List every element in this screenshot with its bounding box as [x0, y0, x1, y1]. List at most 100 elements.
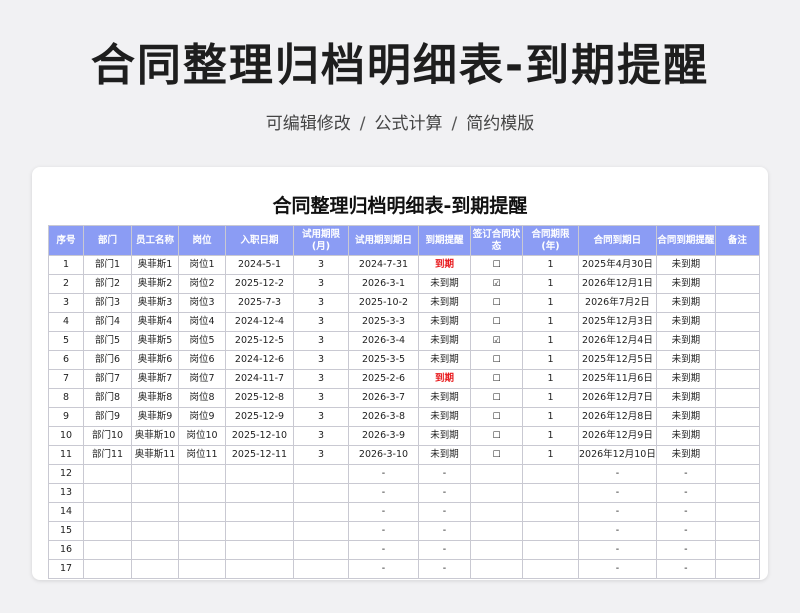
probation-months-cell[interactable]: 3 [293, 293, 349, 313]
contract-status-checkbox[interactable] [470, 464, 523, 484]
probation-end-cell[interactable]: 2025-2-6 [348, 369, 419, 389]
employee-name-cell[interactable]: 奥菲斯2 [131, 274, 179, 294]
department-cell[interactable] [83, 502, 132, 522]
contract-reminder-cell[interactable]: - [655, 483, 716, 503]
column-header[interactable]: 员工名称 [131, 225, 179, 256]
probation-months-cell[interactable]: 3 [293, 350, 349, 370]
column-header[interactable]: 签订合同状态 [470, 225, 523, 256]
remarks-cell[interactable] [714, 464, 760, 484]
remarks-cell[interactable] [714, 445, 760, 465]
contract-reminder-cell[interactable]: 未到期 [655, 369, 716, 389]
probation-months-cell[interactable]: 3 [293, 274, 349, 294]
probation-end-cell[interactable]: 2026-3-4 [348, 331, 419, 351]
department-cell[interactable]: 部门3 [83, 293, 132, 313]
probation-months-cell[interactable]: 3 [293, 331, 349, 351]
contract-reminder-cell[interactable]: 未到期 [655, 388, 716, 408]
column-header[interactable]: 合同到期日 [578, 225, 657, 256]
remarks-cell[interactable] [714, 559, 760, 579]
contract-years-cell[interactable]: 1 [522, 350, 579, 370]
contract-years-cell[interactable] [522, 502, 579, 522]
department-cell[interactable] [83, 540, 132, 560]
contract-years-cell[interactable] [522, 521, 579, 541]
column-header[interactable]: 到期提醒 [418, 225, 471, 256]
department-cell[interactable]: 部门9 [83, 407, 132, 427]
remarks-cell[interactable] [714, 483, 760, 503]
contract-status-checkbox[interactable]: ☐ [470, 369, 523, 389]
hire-date-cell[interactable]: 2025-7-3 [225, 293, 294, 313]
remarks-cell[interactable] [714, 540, 760, 560]
employee-name-cell[interactable] [131, 540, 179, 560]
probation-months-cell[interactable]: 3 [293, 369, 349, 389]
hire-date-cell[interactable] [225, 521, 294, 541]
probation-reminder-cell[interactable]: 未到期 [418, 312, 471, 332]
probation-months-cell[interactable]: 3 [293, 312, 349, 332]
position-cell[interactable]: 岗位4 [178, 312, 226, 332]
contract-status-checkbox[interactable]: ☐ [470, 350, 523, 370]
probation-reminder-cell[interactable]: 未到期 [418, 426, 471, 446]
contract-years-cell[interactable]: 1 [522, 293, 579, 313]
column-header[interactable]: 岗位 [178, 225, 226, 256]
contract-end-cell[interactable]: 2026年12月1日 [578, 274, 657, 294]
probation-reminder-cell[interactable]: - [418, 464, 471, 484]
contract-reminder-cell[interactable]: - [655, 464, 716, 484]
remarks-cell[interactable] [714, 274, 760, 294]
row-number-cell[interactable]: 2 [48, 274, 84, 294]
probation-reminder-cell[interactable]: 未到期 [418, 445, 471, 465]
position-cell[interactable] [178, 521, 226, 541]
probation-end-cell[interactable]: - [348, 540, 419, 560]
department-cell[interactable]: 部门4 [83, 312, 132, 332]
probation-end-cell[interactable]: - [348, 559, 419, 579]
hire-date-cell[interactable] [225, 464, 294, 484]
contract-years-cell[interactable]: 1 [522, 312, 579, 332]
probation-end-cell[interactable]: 2026-3-9 [348, 426, 419, 446]
contract-years-cell[interactable]: 1 [522, 388, 579, 408]
contract-years-cell[interactable]: 1 [522, 407, 579, 427]
employee-name-cell[interactable]: 奥菲斯10 [131, 426, 179, 446]
row-number-cell[interactable]: 3 [48, 293, 84, 313]
contract-reminder-cell[interactable]: 未到期 [655, 293, 716, 313]
remarks-cell[interactable] [714, 502, 760, 522]
probation-end-cell[interactable]: 2026-3-7 [348, 388, 419, 408]
remarks-cell[interactable] [714, 369, 760, 389]
contract-reminder-cell[interactable]: 未到期 [655, 445, 716, 465]
probation-months-cell[interactable] [293, 559, 349, 579]
employee-name-cell[interactable]: 奥菲斯11 [131, 445, 179, 465]
probation-end-cell[interactable]: 2025-3-5 [348, 350, 419, 370]
contract-end-cell[interactable]: - [578, 502, 657, 522]
remarks-cell[interactable] [714, 521, 760, 541]
employee-name-cell[interactable]: 奥菲斯4 [131, 312, 179, 332]
hire-date-cell[interactable] [225, 502, 294, 522]
contract-status-checkbox[interactable]: ☐ [470, 255, 523, 275]
contract-reminder-cell[interactable]: 未到期 [655, 426, 716, 446]
contract-years-cell[interactable] [522, 464, 579, 484]
department-cell[interactable]: 部门11 [83, 445, 132, 465]
contract-years-cell[interactable] [522, 559, 579, 579]
contract-reminder-cell[interactable]: 未到期 [655, 407, 716, 427]
contract-end-cell[interactable]: 2025年12月5日 [578, 350, 657, 370]
contract-end-cell[interactable]: 2025年12月3日 [578, 312, 657, 332]
row-number-cell[interactable]: 11 [48, 445, 84, 465]
probation-end-cell[interactable]: - [348, 521, 419, 541]
remarks-cell[interactable] [714, 350, 760, 370]
row-number-cell[interactable]: 12 [48, 464, 84, 484]
contract-years-cell[interactable]: 1 [522, 255, 579, 275]
employee-name-cell[interactable]: 奥菲斯1 [131, 255, 179, 275]
column-header[interactable]: 入职日期 [225, 225, 294, 256]
probation-reminder-cell[interactable]: 未到期 [418, 274, 471, 294]
row-number-cell[interactable]: 13 [48, 483, 84, 503]
row-number-cell[interactable]: 4 [48, 312, 84, 332]
position-cell[interactable]: 岗位2 [178, 274, 226, 294]
department-cell[interactable]: 部门6 [83, 350, 132, 370]
probation-months-cell[interactable]: 3 [293, 255, 349, 275]
position-cell[interactable] [178, 540, 226, 560]
contract-status-checkbox[interactable] [470, 483, 523, 503]
contract-years-cell[interactable] [522, 483, 579, 503]
contract-end-cell[interactable]: 2026年12月10日 [578, 445, 657, 465]
contract-status-checkbox[interactable]: ☐ [470, 445, 523, 465]
probation-end-cell[interactable]: 2024-7-31 [348, 255, 419, 275]
hire-date-cell[interactable]: 2025-12-2 [225, 274, 294, 294]
hire-date-cell[interactable]: 2025-12-5 [225, 331, 294, 351]
probation-reminder-cell[interactable]: 未到期 [418, 388, 471, 408]
column-header[interactable]: 备注 [714, 225, 760, 256]
probation-end-cell[interactable]: - [348, 502, 419, 522]
